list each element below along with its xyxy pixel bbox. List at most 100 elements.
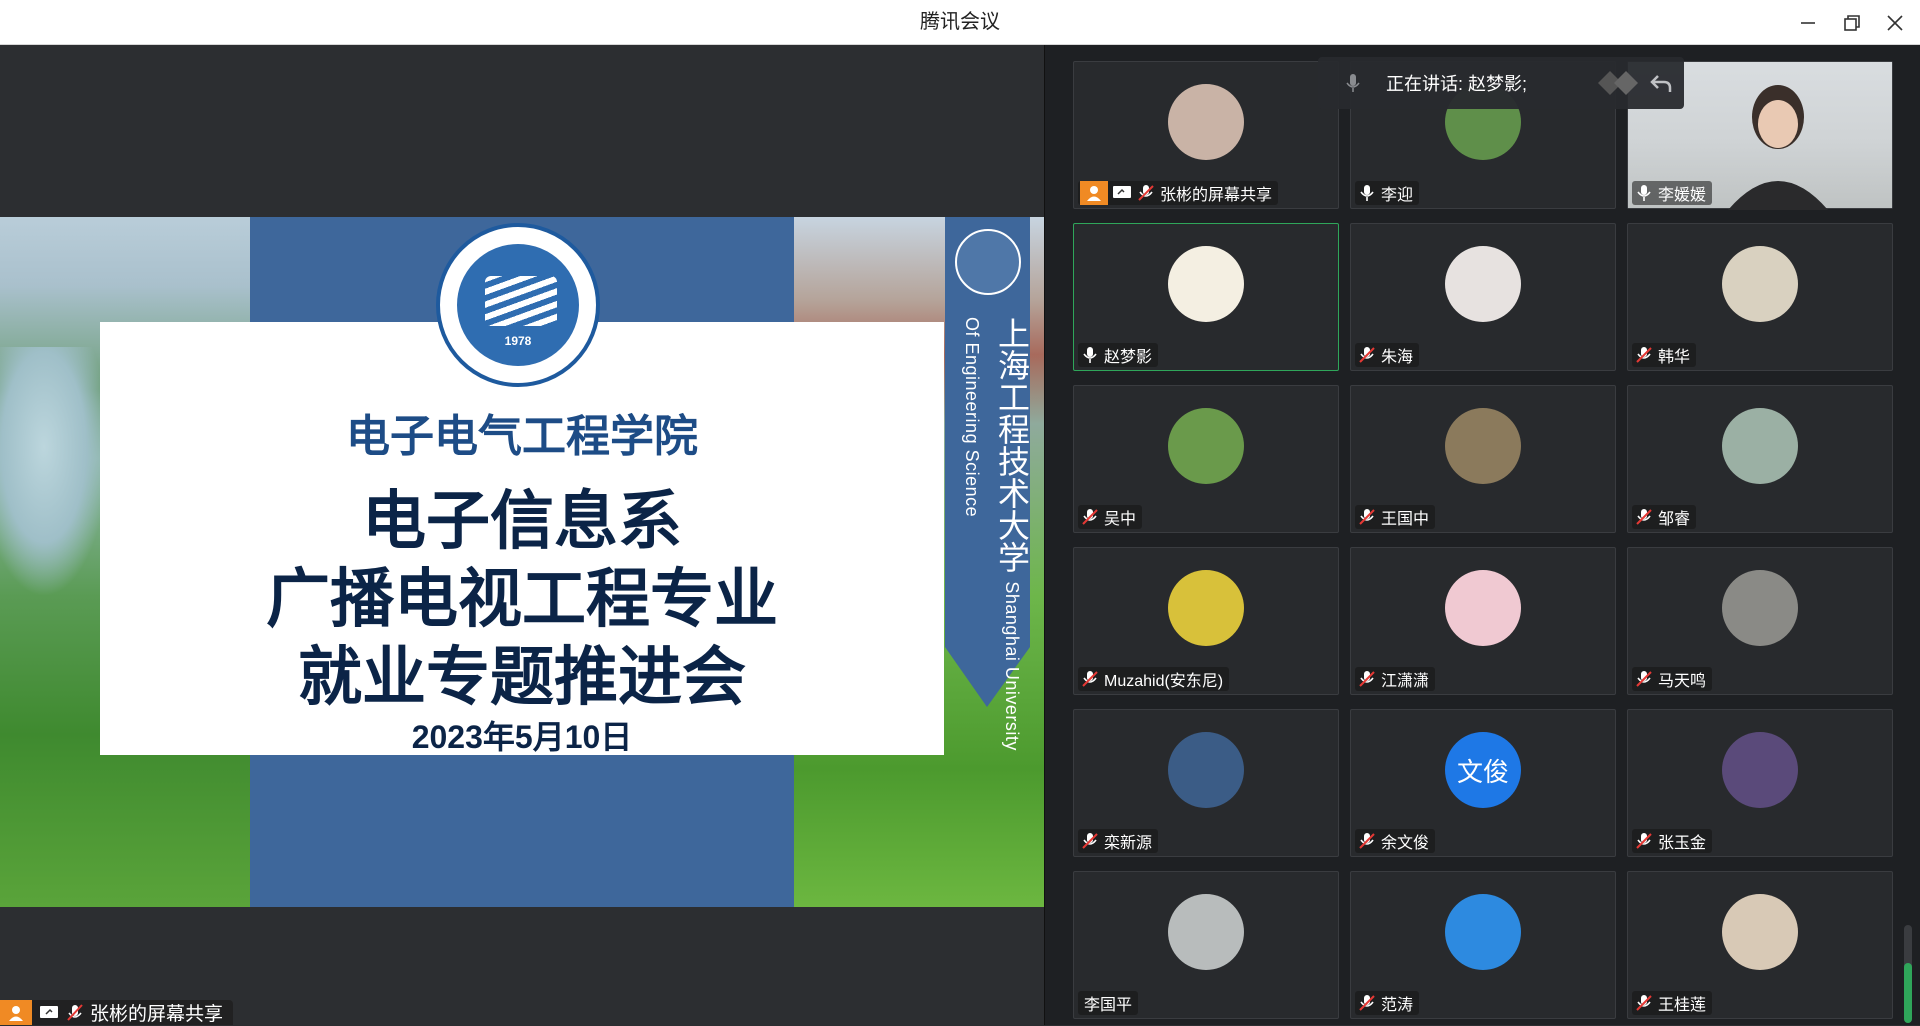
- participant-label: 张玉金: [1632, 829, 1713, 853]
- participant-label: 邹睿: [1632, 505, 1697, 529]
- mic-muted-icon: [1138, 185, 1154, 201]
- avatar: [1168, 408, 1244, 484]
- avatar: [1722, 894, 1798, 970]
- mic-muted-icon: [1636, 671, 1652, 687]
- avatar: [1445, 246, 1521, 322]
- participant-tile[interactable]: 张彬的屏幕共享: [1073, 61, 1339, 209]
- participant-name: 张玉金: [1658, 835, 1707, 852]
- participant-label: 吴中: [1078, 505, 1143, 529]
- participant-name: 江潇潇: [1381, 673, 1430, 690]
- mic-muted-icon: [1359, 347, 1375, 363]
- mic-muted-icon: [1359, 671, 1375, 687]
- avatar: [1445, 570, 1521, 646]
- school-name: 电子电气工程学院: [346, 412, 698, 461]
- participant-tile[interactable]: 李国平: [1073, 871, 1339, 1019]
- participant-label: 马天鸣: [1632, 667, 1713, 691]
- participant-tile[interactable]: Muzahid(安东尼): [1073, 547, 1339, 695]
- signal-icon: [1598, 71, 1638, 95]
- participant-name: 赵梦影: [1104, 349, 1153, 366]
- participant-label: 余文俊: [1355, 829, 1436, 853]
- participant-label: 李媛媛: [1632, 181, 1713, 205]
- avatar: [1168, 732, 1244, 808]
- participant-tile[interactable]: 范涛: [1350, 871, 1616, 1019]
- participant-tile[interactable]: 张玉金: [1627, 709, 1893, 857]
- close-button[interactable]: [1880, 8, 1910, 38]
- microphone-icon: [1637, 185, 1651, 201]
- participant-tile[interactable]: 吴中: [1073, 385, 1339, 533]
- participant-label: 朱海: [1355, 343, 1420, 367]
- participant-label: Muzahid(安东尼): [1078, 667, 1230, 691]
- presentation-slide: 上海工程技术大学 Shanghai University Of Engineer…: [0, 217, 1044, 907]
- avatar: [1445, 894, 1521, 970]
- participant-name: 李媛媛: [1658, 187, 1707, 204]
- mic-muted-icon: [1082, 833, 1098, 849]
- restore-button[interactable]: [1837, 8, 1867, 38]
- avatar: [1722, 732, 1798, 808]
- window-title: 腾讯会议: [920, 11, 1000, 33]
- participant-label: 江潇潇: [1355, 667, 1436, 691]
- avatar: [1722, 408, 1798, 484]
- slide-title-card: 电子电气工程学院 电子信息系 广播电视工程专业 就业专题推进会 2023年5月1…: [100, 322, 944, 755]
- avatar-initials: 文俊: [1456, 756, 1509, 787]
- participant-tile[interactable]: 韩华: [1627, 223, 1893, 371]
- participant-label: 李迎: [1355, 181, 1420, 205]
- participant-tile[interactable]: 赵梦影: [1073, 223, 1339, 371]
- participant-tile[interactable]: 栾新源: [1073, 709, 1339, 857]
- mic-muted-icon: [67, 1003, 83, 1021]
- avatar: [1168, 570, 1244, 646]
- participant-name: 韩华: [1658, 349, 1691, 366]
- participant-tile[interactable]: 邹睿: [1627, 385, 1893, 533]
- university-name-cn: 上海工程技术大学: [994, 317, 1030, 573]
- participant-label: 赵梦影: [1078, 343, 1159, 367]
- participant-name: 王桂莲: [1658, 997, 1707, 1014]
- minimize-icon: [1801, 22, 1815, 24]
- participant-name: 朱海: [1381, 349, 1414, 366]
- slide-title-line-1: 电子信息系: [362, 485, 682, 557]
- screen-share-icon: [1108, 181, 1136, 205]
- participant-tile[interactable]: 王桂莲: [1627, 871, 1893, 1019]
- participant-name: 张彬的屏幕共享: [1160, 187, 1273, 204]
- mic-muted-icon: [1636, 833, 1652, 849]
- participant-tile[interactable]: 文俊余文俊: [1350, 709, 1616, 857]
- minimize-button[interactable]: [1793, 8, 1823, 38]
- return-icon[interactable]: [1648, 70, 1674, 96]
- slide-title-line-3: 就业专题推进会: [298, 641, 746, 713]
- shared-screen-area[interactable]: 上海工程技术大学 Shanghai University Of Engineer…: [0, 45, 1044, 1025]
- avatar: [1445, 408, 1521, 484]
- screen-share-icon: [40, 1005, 58, 1018]
- avatar: [1168, 246, 1244, 322]
- mic-muted-icon: [1636, 347, 1652, 363]
- microphone-icon: [1360, 185, 1374, 201]
- user-icon: [0, 1000, 32, 1025]
- participant-name: Muzahid(安东尼): [1104, 673, 1224, 690]
- participant-name: 邹睿: [1658, 511, 1691, 528]
- mic-muted-icon: [1636, 995, 1652, 1011]
- avatar: [1722, 246, 1798, 322]
- university-emblem: [955, 229, 1021, 295]
- participant-name: 范涛: [1381, 997, 1414, 1014]
- speaking-text: 正在讲话: 赵梦影;: [1386, 74, 1528, 94]
- mic-muted-icon: [1359, 995, 1375, 1011]
- mic-muted-icon: [1636, 509, 1652, 525]
- participant-name: 李国平: [1084, 997, 1133, 1014]
- participant-label: 栾新源: [1078, 829, 1159, 853]
- participant-label: 韩华: [1632, 343, 1697, 367]
- participant-label: 范涛: [1355, 991, 1420, 1015]
- participant-label: 王桂莲: [1632, 991, 1713, 1015]
- participant-tile[interactable]: 王国中: [1350, 385, 1616, 533]
- participant-name: 吴中: [1104, 511, 1137, 528]
- speaking-indicator: 正在讲话: 赵梦影;: [1318, 57, 1684, 109]
- participant-name: 栾新源: [1104, 835, 1153, 852]
- gallery-scrollbar[interactable]: [1904, 925, 1912, 1023]
- participant-tile[interactable]: 马天鸣: [1627, 547, 1893, 695]
- user-icon: [1080, 181, 1108, 205]
- microphone-icon: [1346, 74, 1360, 92]
- presenter-label: 张彬的屏幕共享: [0, 1000, 234, 1025]
- mic-muted-icon: [1082, 509, 1098, 525]
- participant-tile[interactable]: 朱海: [1350, 223, 1616, 371]
- close-icon: [1887, 15, 1903, 31]
- participant-name: 王国中: [1381, 511, 1430, 528]
- participant-tile[interactable]: 江潇潇: [1350, 547, 1616, 695]
- avatar: [1168, 84, 1244, 160]
- participant-name: 李迎: [1381, 187, 1414, 204]
